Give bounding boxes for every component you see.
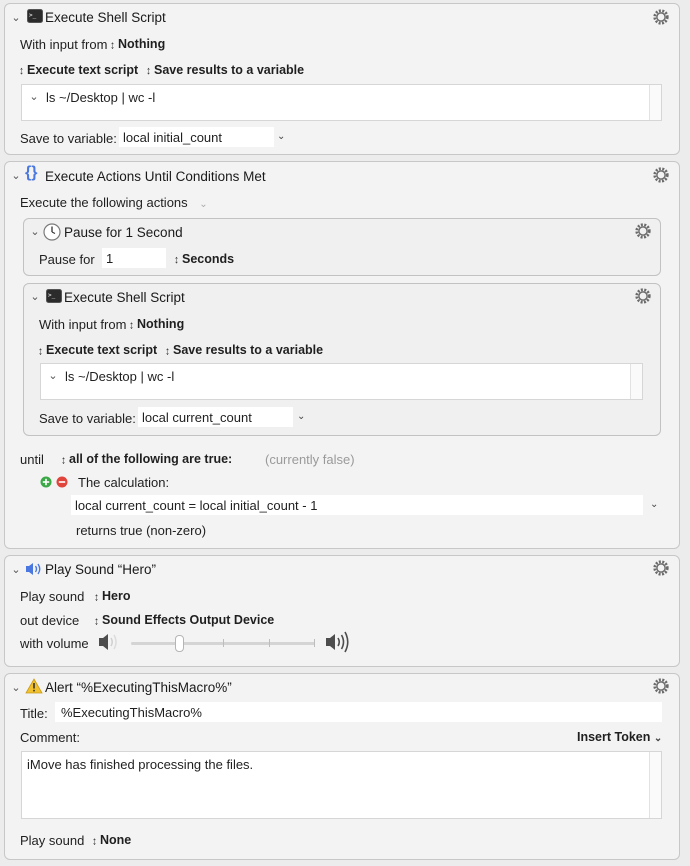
save-variable-value: local initial_count bbox=[123, 130, 223, 145]
script-mode-select[interactable]: ↕ Execute text script bbox=[19, 63, 138, 78]
calculation-dropdown-icon[interactable]: ⌄ bbox=[650, 499, 658, 510]
pause-unit-select[interactable]: ↕ Seconds bbox=[174, 252, 234, 267]
save-variable-field[interactable]: local initial_count bbox=[119, 127, 274, 147]
script-mode-select[interactable]: ↕ Execute text script bbox=[38, 343, 157, 358]
script-text-area[interactable]: ⌄ ls ~/Desktop | wc -l bbox=[21, 84, 662, 121]
save-mode-select[interactable]: ↕ Save results to a variable bbox=[165, 343, 323, 358]
script-text: ls ~/Desktop | wc -l bbox=[65, 369, 175, 384]
with-volume-label: with volume bbox=[20, 636, 89, 651]
calculation-field[interactable]: local current_count = local initial_coun… bbox=[71, 495, 643, 515]
variable-dropdown-icon[interactable]: ⌄ bbox=[297, 411, 305, 422]
condition-mode-select[interactable]: ↕ all of the following are true: bbox=[61, 452, 232, 467]
pause-duration-field[interactable]: 1 bbox=[102, 248, 166, 268]
action-title: Play Sound “Hero” bbox=[45, 562, 157, 577]
terminal-icon: >_ bbox=[27, 9, 43, 23]
volume-tick bbox=[269, 639, 270, 647]
disclosure-chevron-icon[interactable]: ⌄ bbox=[10, 682, 22, 694]
volume-slider[interactable] bbox=[131, 635, 315, 652]
alert-sound-select[interactable]: ↕ None bbox=[92, 833, 131, 848]
action-pause: ⌄ Pause for 1 Second Pause for 1 ↕ Second… bbox=[23, 218, 661, 276]
volume-high-icon bbox=[326, 631, 349, 653]
disclosure-chevron-icon[interactable]: ⌄ bbox=[10, 564, 22, 576]
gear-icon[interactable] bbox=[652, 559, 670, 577]
calculation-value: local current_count = local initial_coun… bbox=[75, 498, 318, 513]
action-title: Alert “%ExecutingThisMacro%” bbox=[45, 680, 232, 695]
script-disclosure-icon[interactable]: ⌄ bbox=[28, 91, 40, 103]
disclosure-chevron-icon[interactable]: ⌄ bbox=[29, 291, 41, 303]
pause-for-label: Pause for bbox=[39, 252, 95, 267]
gear-icon[interactable] bbox=[652, 166, 670, 184]
action-execute-shell-script-2: ⌄ >_ Execute Shell Script With input fro… bbox=[23, 283, 661, 436]
play-sound-label: Play sound bbox=[20, 589, 85, 604]
curly-braces-icon: {} bbox=[25, 164, 38, 181]
save-variable-field[interactable]: local current_count bbox=[138, 407, 293, 427]
scrollbar[interactable] bbox=[630, 364, 642, 399]
out-device-label: out device bbox=[20, 613, 80, 628]
gear-icon[interactable] bbox=[634, 287, 652, 305]
input-from-label: With input from bbox=[20, 37, 108, 52]
sound-select[interactable]: ↕ Hero bbox=[94, 589, 130, 604]
action-title: Execute Actions Until Conditions Met bbox=[45, 169, 266, 184]
until-label: until bbox=[20, 452, 44, 467]
action-title: Pause for 1 Second bbox=[64, 225, 183, 240]
input-from-select[interactable]: ↕ Nothing bbox=[129, 317, 184, 332]
execute-actions-label[interactable]: Execute the following actions ⌄ bbox=[20, 195, 208, 210]
alert-title-field[interactable]: %ExecutingThisMacro% bbox=[55, 702, 662, 722]
volume-slider-thumb[interactable] bbox=[175, 635, 184, 652]
remove-condition-icon[interactable] bbox=[56, 476, 68, 488]
svg-text:>_: >_ bbox=[29, 12, 37, 19]
comment-text-area[interactable]: iMove has finished processing the files. bbox=[21, 751, 662, 819]
insert-token-button[interactable]: Insert Token ⌄ bbox=[577, 730, 662, 744]
save-variable-value: local current_count bbox=[142, 410, 252, 425]
volume-tick bbox=[223, 639, 224, 647]
scrollbar[interactable] bbox=[649, 85, 661, 120]
action-execute-shell-script-1: ⌄ >_ Execute Shell Script With input fro… bbox=[4, 3, 680, 155]
warning-icon bbox=[25, 678, 43, 694]
action-play-sound: ⌄ Play Sound “Hero” Play sound ↕ Hero out… bbox=[4, 555, 680, 667]
alert-title-value: %ExecutingThisMacro% bbox=[61, 705, 202, 720]
svg-text:>_: >_ bbox=[48, 292, 56, 299]
scrollbar[interactable] bbox=[649, 752, 661, 818]
script-text: ls ~/Desktop | wc -l bbox=[46, 90, 156, 105]
gear-icon[interactable] bbox=[652, 677, 670, 695]
add-condition-icon[interactable] bbox=[40, 476, 52, 488]
comment-text: iMove has finished processing the files. bbox=[27, 757, 254, 772]
action-title: Execute Shell Script bbox=[45, 10, 166, 25]
comment-label: Comment: bbox=[20, 730, 80, 745]
save-to-variable-label: Save to variable: bbox=[20, 131, 117, 146]
variable-dropdown-icon[interactable]: ⌄ bbox=[277, 131, 285, 142]
play-sound-label: Play sound bbox=[20, 833, 85, 848]
title-label: Title: bbox=[20, 706, 48, 721]
volume-tick bbox=[314, 639, 315, 647]
execute-actions-chevron-icon[interactable]: ⌄ bbox=[199, 199, 207, 210]
insert-token-chevron-icon: ⌄ bbox=[653, 733, 663, 744]
action-alert: ⌄ Alert “%ExecutingThisMacro%” Title: %E… bbox=[4, 673, 680, 860]
condition-status: (currently false) bbox=[265, 452, 355, 467]
disclosure-chevron-icon[interactable]: ⌄ bbox=[29, 226, 41, 238]
input-from-select[interactable]: ↕ Nothing bbox=[110, 37, 165, 52]
pause-duration-value: 1 bbox=[106, 251, 114, 266]
save-mode-select[interactable]: ↕ Save results to a variable bbox=[146, 63, 304, 78]
gear-icon[interactable] bbox=[652, 8, 670, 26]
calculation-label: The calculation: bbox=[78, 475, 170, 490]
action-until-conditions-met: ⌄ {} Execute Actions Until Conditions Me… bbox=[4, 161, 680, 549]
disclosure-chevron-icon[interactable]: ⌄ bbox=[10, 12, 22, 24]
script-text-area[interactable]: ⌄ ls ~/Desktop | wc -l bbox=[40, 363, 643, 400]
disclosure-chevron-icon[interactable]: ⌄ bbox=[10, 170, 22, 182]
input-from-label: With input from bbox=[39, 317, 127, 332]
clock-icon bbox=[43, 223, 61, 241]
volume-low-icon bbox=[99, 634, 117, 650]
gear-icon[interactable] bbox=[634, 222, 652, 240]
save-to-variable-label: Save to variable: bbox=[39, 411, 136, 426]
script-disclosure-icon[interactable]: ⌄ bbox=[47, 370, 59, 382]
speaker-icon bbox=[26, 563, 41, 575]
terminal-icon: >_ bbox=[46, 289, 62, 303]
calculation-returns-text: returns true (non-zero) bbox=[76, 523, 207, 538]
output-device-select[interactable]: ↕ Sound Effects Output Device bbox=[94, 613, 274, 628]
action-title: Execute Shell Script bbox=[64, 290, 185, 305]
